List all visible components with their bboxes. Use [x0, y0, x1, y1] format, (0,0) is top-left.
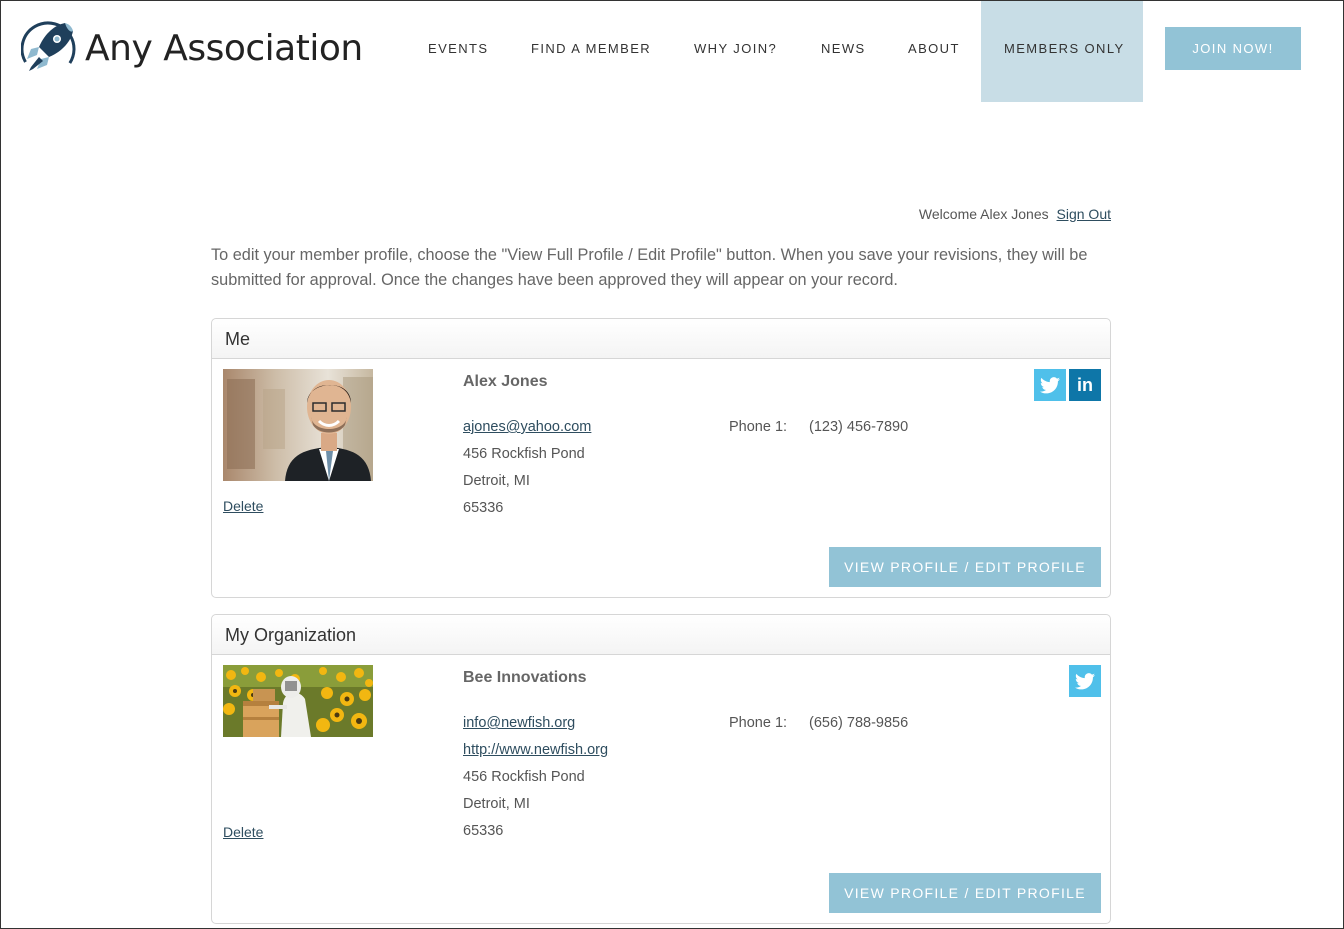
organization-city: Detroit, MI — [463, 796, 530, 812]
organization-card: My Organization Delete Bee Innovations i… — [211, 614, 1111, 924]
member-address: 456 Rockfish Pond — [463, 446, 585, 462]
member-zip: 65336 — [463, 500, 504, 516]
view-edit-profile-button[interactable]: VIEW PROFILE / EDIT PROFILE — [829, 547, 1101, 587]
member-city: Detroit, MI — [463, 473, 530, 489]
welcome-bar: Welcome Alex Jones Sign Out — [919, 206, 1111, 222]
brand-name: Any Association — [85, 27, 363, 69]
member-name: Alex Jones — [463, 373, 548, 390]
rocket-icon — [20, 17, 77, 79]
nav-item-news[interactable]: NEWS — [821, 1, 866, 97]
nav-item-members-only[interactable]: MEMBERS ONLY — [981, 1, 1143, 102]
member-card: Me Delete Alex Jones ajones@yahoo.com 45… — [211, 318, 1111, 598]
organization-phone: (656) 788-9856 — [809, 715, 909, 731]
card-heading: Me — [212, 319, 1110, 359]
twitter-icon[interactable] — [1034, 369, 1066, 401]
organization-zip: 65336 — [463, 823, 504, 839]
welcome-text: Welcome Alex Jones — [918, 206, 1049, 222]
organization-email-link[interactable]: info@newfish.org — [463, 715, 575, 731]
delete-photo-link[interactable]: Delete — [223, 498, 263, 514]
organization-address: 456 Rockfish Pond — [463, 769, 585, 785]
site-header: Any Association EVENTS FIND A MEMBER WHY… — [1, 1, 1343, 103]
member-email-link[interactable]: ajones@yahoo.com — [463, 419, 591, 435]
nav-item-why-join[interactable]: WHY JOIN? — [694, 1, 777, 97]
member-photo — [223, 369, 373, 481]
member-phone: (123) 456-7890 — [809, 419, 909, 435]
nav-item-events[interactable]: EVENTS — [428, 1, 488, 97]
linkedin-icon[interactable]: in — [1069, 369, 1101, 401]
twitter-icon[interactable] — [1069, 665, 1101, 697]
phone-label: Phone 1: — [729, 715, 788, 731]
organization-website-link[interactable]: http://www.newfish.org — [463, 742, 608, 758]
intro-text: To edit your member profile, choose the … — [211, 246, 1088, 289]
card-heading: My Organization — [212, 615, 1110, 655]
organization-photo — [223, 665, 373, 737]
organization-name: Bee Innovations — [463, 669, 587, 686]
delete-photo-link[interactable]: Delete — [223, 824, 263, 840]
view-edit-profile-button[interactable]: VIEW PROFILE / EDIT PROFILE — [829, 873, 1101, 913]
join-now-button[interactable]: JOIN NOW! — [1165, 27, 1301, 70]
phone-label: Phone 1: — [729, 419, 788, 435]
nav-item-about[interactable]: ABOUT — [908, 1, 960, 97]
site-logo[interactable]: Any Association — [20, 17, 363, 79]
sign-out-link[interactable]: Sign Out — [1057, 206, 1111, 222]
nav-item-find-a-member[interactable]: FIND A MEMBER — [531, 1, 651, 97]
